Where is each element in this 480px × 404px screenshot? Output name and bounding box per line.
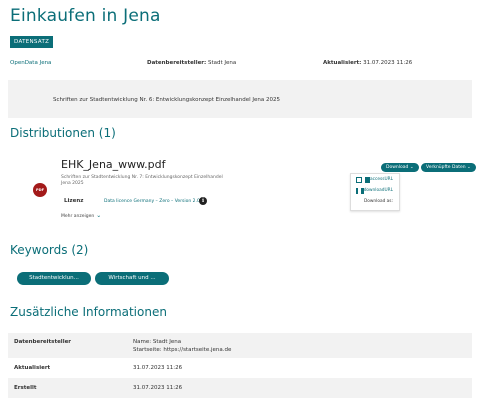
row-value-line: Name: Stadt Jena [133,339,182,345]
updated-meta: Aktualisiert: 31.07.2023 11:26 [323,60,412,66]
license-label: Lizenz [64,198,84,204]
updated-label: Aktualisiert: [323,60,362,66]
dataset-type-badge: DATENSATZ [10,36,54,48]
page-title: Einkaufen in Jena [10,6,161,26]
download-button-label: Download [386,165,409,170]
additional-info-heading: Zusätzliche Informationen [10,305,167,319]
external-link-icon[interactable] [356,187,359,194]
description-text: Schriften zur Stadtentwicklung Nr. 6: En… [53,97,281,103]
chevron-down-icon: ⌄ [409,165,414,170]
provider-label: Datenbereitsteller: [147,60,207,66]
table-row: Aktualisiert 31.07.2023 11:26 [8,358,472,378]
dropdown-item-access-url[interactable]: accessURL [351,174,399,185]
download-url-label[interactable]: downloadURL [364,188,393,193]
access-url-label[interactable]: accessURL [370,177,393,182]
row-value: 31.07.2023 11:26 [133,365,183,371]
table-row: Erstellt 31.07.2023 11:26 [8,378,472,398]
keyword-button[interactable]: Wirtschaft und ... [95,272,169,285]
source-link-wrapper: OpenData Jena [10,60,51,66]
download-button[interactable]: Download ⌄ [381,163,419,172]
chevron-down-icon: ⌄ [467,165,471,170]
row-value: 31.07.2023 11:26 [133,385,183,391]
row-value-line: Startseite: https://startseite.jena.de [133,346,232,353]
row-key: Aktualisiert [14,365,51,371]
table-row: Datenbereitsteller Name: Stadt Jena Star… [8,333,472,358]
license-link[interactable]: Data licence Germany – Zero – Version 2.… [104,199,200,204]
row-key: Datenbereitsteller [14,339,72,345]
distribution-subtitle: Schriften zur Stadtentwicklung Nr. 7: En… [61,175,223,186]
show-more-label: Mehr anzeigen [61,214,95,219]
external-link-icon[interactable] [356,176,362,183]
dropdown-item-download-url[interactable]: downloadURL [351,185,399,196]
download-as-label: Download as: [363,199,393,204]
provider-value: Stadt Jena [207,60,237,66]
keyword-button[interactable]: Stadtentwicklun... [17,272,91,285]
row-value: Name: Stadt Jena Startseite: https://sta… [133,339,472,358]
distributions-heading: Distributionen (1) [10,126,116,140]
dropdown-item-download-as: Download as: [351,196,399,207]
show-more-toggle[interactable]: Mehr anzeigen ⌄ [61,212,101,219]
linked-data-button[interactable]: Verknüpfte Daten ⌄ [421,163,476,172]
info-icon[interactable]: i [199,197,207,205]
linked-data-button-label: Verknüpfte Daten [426,165,466,170]
download-dropdown: accessURL downloadURL Download as: [350,173,400,211]
provider-meta: Datenbereitsteller: Stadt Jena [147,60,236,66]
source-link[interactable]: OpenData Jena [10,60,51,66]
row-key: Erstellt [14,385,37,391]
updated-value: 31.07.2023 11:26 [363,60,413,66]
chevron-down-icon: ⌄ [96,212,102,219]
keywords-heading: Keywords (2) [10,243,89,257]
additional-info-table: Datenbereitsteller Name: Stadt Jena Star… [8,333,472,398]
distribution-file-name[interactable]: EHK_Jena_www.pdf [61,158,165,171]
pdf-file-icon: PDF [33,183,47,197]
